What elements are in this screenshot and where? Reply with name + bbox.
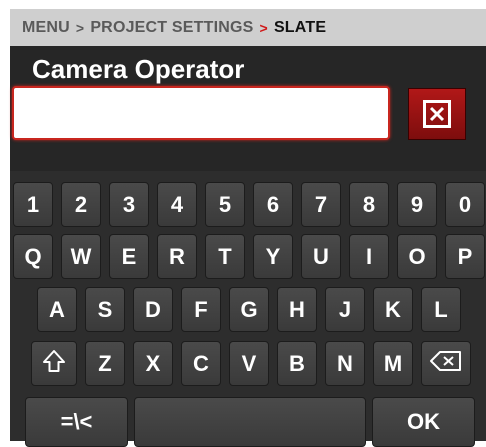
key-j[interactable]: J [325, 287, 365, 332]
key-8[interactable]: 8 [349, 182, 389, 227]
key-2[interactable]: 2 [61, 182, 101, 227]
symbols-key[interactable]: =\< [25, 397, 128, 447]
key-d[interactable]: D [133, 287, 173, 332]
shift-icon [41, 348, 67, 380]
ok-button[interactable]: OK [372, 397, 475, 447]
key-i[interactable]: I [349, 234, 389, 279]
key-c[interactable]: C [181, 341, 221, 386]
key-k[interactable]: K [373, 287, 413, 332]
key-3[interactable]: 3 [109, 182, 149, 227]
key-o[interactable]: O [397, 234, 437, 279]
key-b[interactable]: B [277, 341, 317, 386]
key-u[interactable]: U [301, 234, 341, 279]
key-x[interactable]: X [133, 341, 173, 386]
key-l[interactable]: L [421, 287, 461, 332]
on-screen-keyboard: 1 2 3 4 5 6 7 8 9 0 Q W E R T Y U I O P … [10, 171, 486, 447]
backspace-icon [429, 350, 463, 378]
key-t[interactable]: T [205, 234, 245, 279]
key-e[interactable]: E [109, 234, 149, 279]
key-f[interactable]: F [181, 287, 221, 332]
breadcrumb-separator-active: > [259, 19, 268, 36]
key-6[interactable]: 6 [253, 182, 293, 227]
key-9[interactable]: 9 [397, 182, 437, 227]
breadcrumb-slate: SLATE [273, 18, 327, 36]
key-y[interactable]: Y [253, 234, 293, 279]
field-label: Camera Operator [32, 54, 245, 84]
shift-key[interactable] [31, 341, 77, 386]
key-1[interactable]: 1 [13, 182, 53, 227]
key-z[interactable]: Z [85, 341, 125, 386]
key-p[interactable]: P [445, 234, 485, 279]
key-q[interactable]: Q [13, 234, 53, 279]
breadcrumb-project-settings[interactable]: PROJECT SETTINGS [90, 19, 253, 37]
key-w[interactable]: W [61, 234, 101, 279]
breadcrumb-menu[interactable]: MENU [22, 19, 70, 37]
breadcrumb-separator: > [75, 19, 85, 36]
breadcrumb: MENU > PROJECT SETTINGS > SLATE [10, 9, 486, 46]
clear-button[interactable] [408, 88, 466, 140]
space-key[interactable] [134, 397, 366, 447]
key-n[interactable]: N [325, 341, 365, 386]
key-v[interactable]: V [229, 341, 269, 386]
close-icon [423, 100, 451, 128]
key-m[interactable]: M [373, 341, 413, 386]
key-4[interactable]: 4 [157, 182, 197, 227]
key-r[interactable]: R [157, 234, 197, 279]
key-h[interactable]: H [277, 287, 317, 332]
key-g[interactable]: G [229, 287, 269, 332]
text-input-field[interactable] [12, 86, 390, 140]
key-7[interactable]: 7 [301, 182, 341, 227]
backspace-key[interactable] [421, 341, 471, 386]
key-a[interactable]: A [37, 287, 77, 332]
key-5[interactable]: 5 [205, 182, 245, 227]
key-0[interactable]: 0 [445, 182, 485, 227]
key-s[interactable]: S [85, 287, 125, 332]
